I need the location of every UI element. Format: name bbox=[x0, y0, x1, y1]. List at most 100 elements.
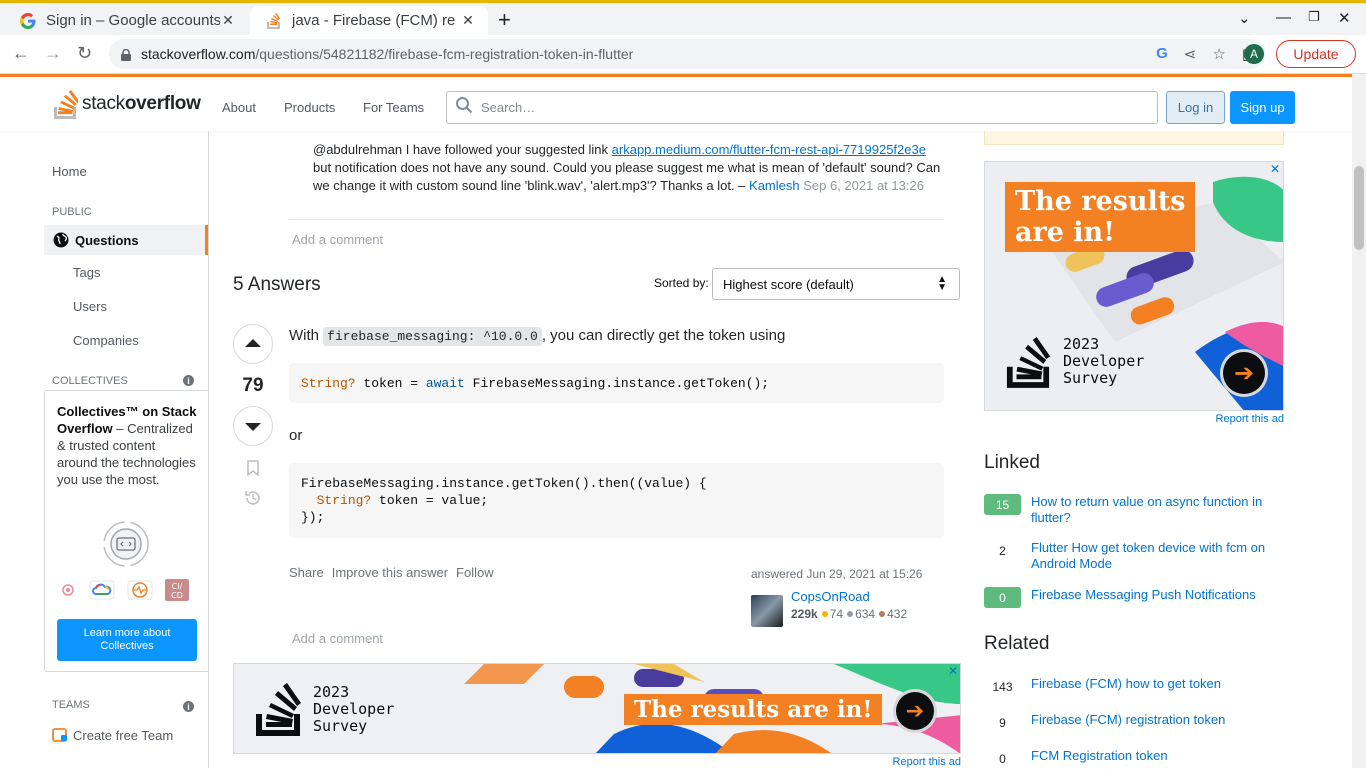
collectives-dash: – bbox=[112, 421, 124, 436]
briefcase-icon bbox=[52, 726, 68, 745]
right-sidebar: The results are in! 2023 Developer Survey… bbox=[984, 131, 1284, 768]
update-label: Update bbox=[1293, 46, 1339, 62]
nav-for-teams[interactable]: For Teams bbox=[363, 100, 424, 115]
info-icon[interactable]: i bbox=[183, 375, 194, 386]
restore-icon[interactable]: ❐ bbox=[1308, 9, 1320, 25]
browser-tab-stackoverflow[interactable]: java - Firebase (FCM) registration token… bbox=[250, 6, 488, 35]
follow-link[interactable]: Follow bbox=[456, 565, 494, 580]
reputation-score: 229k bbox=[791, 607, 818, 621]
comment-user-link[interactable]: Kamlesh bbox=[749, 178, 800, 193]
info-icon[interactable]: i bbox=[183, 701, 194, 712]
code-token: token = bbox=[355, 376, 426, 391]
stackoverflow-logo[interactable]: stackoverflow bbox=[52, 88, 201, 119]
related-question-link[interactable]: Firebase (FCM) registration token bbox=[1031, 712, 1225, 728]
create-free-team-link[interactable]: Create free Team bbox=[52, 726, 173, 745]
back-icon[interactable]: ← bbox=[12, 43, 30, 64]
minimize-icon[interactable]: — bbox=[1276, 9, 1291, 26]
user-name-link[interactable]: CopsOnRoad bbox=[791, 589, 870, 604]
svg-text:CI/: CI/ bbox=[172, 582, 183, 591]
code-token: String? bbox=[316, 493, 372, 508]
learn-more-collectives-button[interactable]: Learn more about Collectives bbox=[57, 619, 197, 661]
browser-tab-strip: Sign in – Google accounts ✕ java - Fireb… bbox=[0, 0, 1366, 35]
sort-select[interactable]: Highest score (default) ▲ ▼ bbox=[712, 268, 960, 300]
answer-intro-post: , you can directly get the token using bbox=[541, 327, 786, 344]
downvote-button[interactable] bbox=[233, 406, 273, 446]
comment-link[interactable]: arkapp.medium.com/flutter-fcm-rest-api-7… bbox=[612, 142, 926, 157]
related-question-link[interactable]: Firebase (FCM) how to get token bbox=[1031, 676, 1221, 692]
share-link[interactable]: Share bbox=[289, 565, 324, 580]
linked-item: 0 Firebase Messaging Push Notifications bbox=[984, 587, 1284, 608]
scrollbar-thumb[interactable] bbox=[1354, 166, 1364, 250]
related-item: 9 Firebase (FCM) registration token bbox=[984, 712, 1284, 733]
bookmark-icon[interactable] bbox=[246, 460, 260, 481]
history-icon[interactable] bbox=[244, 489, 262, 512]
add-comment-link[interactable]: Add a comment bbox=[292, 631, 383, 646]
close-tab-icon[interactable]: ✕ bbox=[220, 12, 236, 29]
new-tab-button[interactable]: + bbox=[498, 7, 511, 33]
share-icon[interactable]: ⋖ bbox=[1184, 45, 1197, 63]
close-tab-icon[interactable]: ✕ bbox=[460, 12, 476, 29]
ad-close-icon[interactable]: ✕ bbox=[948, 664, 958, 678]
user-avatar[interactable] bbox=[751, 595, 783, 627]
collectives-logos: CI/CD bbox=[59, 579, 189, 606]
page-scrollbar[interactable] bbox=[1352, 74, 1366, 768]
select-arrows-icon: ▲ ▼ bbox=[937, 274, 947, 293]
nav-home[interactable]: Home bbox=[52, 164, 87, 179]
close-window-icon[interactable]: ✕ bbox=[1338, 9, 1351, 27]
nav-users[interactable]: Users bbox=[73, 299, 107, 314]
bottom-ad-banner[interactable]: 2023 Developer Survey The results are in… bbox=[233, 663, 961, 754]
nav-questions[interactable]: Questions bbox=[44, 225, 208, 255]
post-menu: Share Improve this answer Follow bbox=[289, 565, 494, 580]
arrow-right-icon[interactable]: ➔ bbox=[896, 692, 934, 730]
linked-question-link[interactable]: Flutter How get token device with fcm on… bbox=[1031, 540, 1284, 572]
report-ad-link[interactable]: Report this ad bbox=[893, 756, 961, 768]
add-comment-link[interactable]: Add a comment bbox=[292, 232, 383, 247]
upvote-button[interactable] bbox=[233, 324, 273, 364]
linked-score: 0 bbox=[984, 587, 1021, 608]
collective-pulse-icon[interactable] bbox=[127, 580, 153, 605]
address-bar[interactable]: stackoverflow.com/questions/54821182/fir… bbox=[109, 39, 1265, 69]
related-question-link[interactable]: FCM Registration token bbox=[1031, 748, 1168, 764]
ad-survey-line2: Survey bbox=[1063, 369, 1118, 387]
ad-survey-line1: Developer bbox=[313, 700, 395, 718]
comment-date: Sep 6, 2021 at 13:26 bbox=[799, 178, 924, 193]
signup-button[interactable]: Sign up bbox=[1230, 91, 1295, 124]
code-block-1: String? token = await FirebaseMessaging.… bbox=[289, 363, 944, 403]
public-heading: PUBLIC bbox=[52, 206, 92, 218]
main-content: @abdulrehman I have followed your sugges… bbox=[233, 131, 961, 768]
linked-question-link[interactable]: How to return value on async function in… bbox=[1031, 494, 1284, 526]
linked-question-link[interactable]: Firebase Messaging Push Notifications bbox=[1031, 587, 1256, 603]
browser-tab-google-signin[interactable]: Sign in – Google accounts ✕ bbox=[4, 6, 248, 35]
collective-dot-icon[interactable] bbox=[59, 581, 77, 604]
code-token: await bbox=[425, 376, 465, 391]
google-translate-icon[interactable]: G bbox=[1156, 45, 1168, 63]
nav-tags[interactable]: Tags bbox=[73, 265, 100, 280]
ad-close-icon[interactable]: ✕ bbox=[1270, 162, 1280, 176]
logo-text-bold: overflow bbox=[124, 92, 201, 114]
sorted-by-label: Sorted by: bbox=[654, 276, 709, 290]
login-button[interactable]: Log in bbox=[1166, 91, 1225, 124]
site-search-input[interactable]: Search… bbox=[446, 91, 1158, 124]
code-token: token = value; bbox=[371, 493, 489, 508]
update-button[interactable]: Update bbox=[1276, 40, 1356, 68]
code-block-2: FirebaseMessaging.instance.getToken().th… bbox=[289, 463, 944, 538]
forward-icon[interactable]: → bbox=[44, 43, 62, 64]
tab-search-icon[interactable]: ⌄ bbox=[1238, 9, 1251, 27]
report-ad-link[interactable]: Report this ad bbox=[1216, 413, 1284, 425]
browser-toolbar: ← → ↻ stackoverflow.com/questions/548211… bbox=[0, 35, 1366, 74]
left-sidebar: Home PUBLIC Questions Tags Users Compani… bbox=[0, 131, 209, 768]
reload-icon[interactable]: ↻ bbox=[77, 43, 92, 64]
related-item: 143 Firebase (FCM) how to get token bbox=[984, 676, 1284, 697]
side-ad[interactable]: The results are in! 2023 Developer Survey… bbox=[984, 161, 1284, 411]
google-cloud-icon[interactable] bbox=[89, 580, 115, 605]
nav-products[interactable]: Products bbox=[284, 100, 335, 115]
improve-answer-link[interactable]: Improve this answer bbox=[332, 565, 448, 580]
user-reputation: 229k 74 634 432 bbox=[791, 607, 907, 621]
ci-cd-icon[interactable]: CI/CD bbox=[165, 579, 189, 606]
nav-companies[interactable]: Companies bbox=[73, 333, 139, 348]
profile-avatar[interactable]: A bbox=[1244, 44, 1264, 64]
arrow-right-icon[interactable]: ➔ bbox=[1223, 352, 1265, 394]
create-team-label: Create free Team bbox=[73, 728, 174, 743]
nav-about[interactable]: About bbox=[222, 100, 256, 115]
bookmark-star-icon[interactable]: ☆ bbox=[1212, 45, 1225, 63]
